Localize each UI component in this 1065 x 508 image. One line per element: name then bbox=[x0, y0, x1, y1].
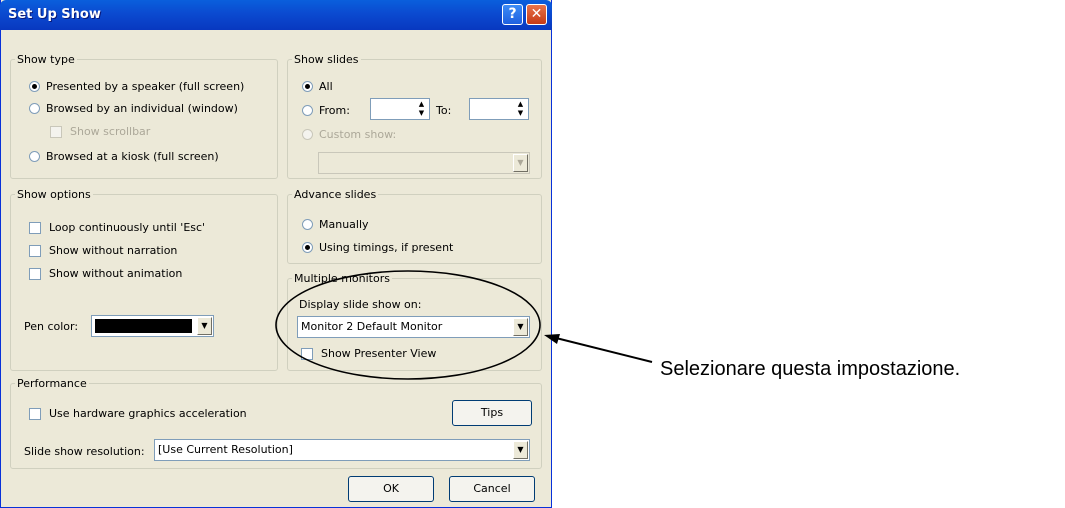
highlight-ellipse bbox=[275, 270, 541, 380]
annotation-overlay bbox=[275, 270, 653, 380]
arrowhead-icon bbox=[544, 334, 560, 344]
annotation-arrow-line bbox=[547, 335, 653, 363]
annotation-text: Selezionare questa impostazione. bbox=[660, 358, 961, 380]
